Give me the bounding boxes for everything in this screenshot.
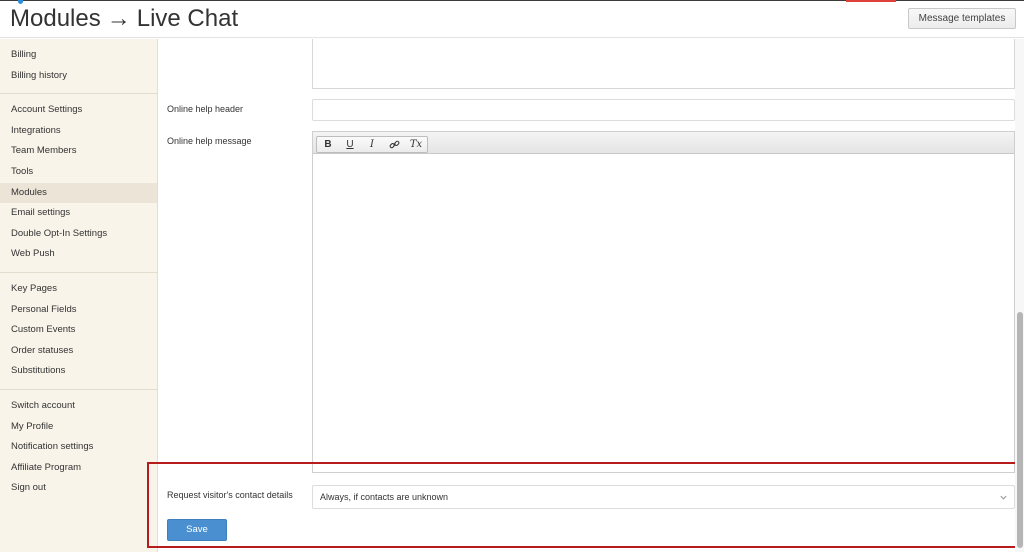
header: Modules → Live Chat Message templates xyxy=(0,0,1024,38)
sidebar: Billing Billing history Account Settings In… xyxy=(0,39,158,552)
sidebar-item-email-settings[interactable]: Email settings xyxy=(0,203,157,224)
sidebar-item-custom-events[interactable]: Custom Events xyxy=(0,320,157,341)
sidebar-item-key-pages[interactable]: Key Pages xyxy=(0,279,157,300)
scroll-thumb[interactable] xyxy=(1017,312,1023,548)
sidebar-item-double-opt-in-settings[interactable]: Double Opt-In Settings xyxy=(0,224,157,245)
sidebar-group: Switch account My Profile Notification set… xyxy=(0,390,157,506)
title-page: Live Chat xyxy=(136,5,239,32)
previous-textarea[interactable] xyxy=(312,39,1015,89)
sidebar-group: Billing Billing history xyxy=(0,39,157,95)
editor-toolbar: B U I Tx xyxy=(313,132,1014,154)
sidebar-item-web-push[interactable]: Web Push xyxy=(0,244,157,265)
online-help-message-label: Online help message xyxy=(167,136,252,146)
title-arrow-icon: → xyxy=(106,5,131,32)
request-contact-value: Always, if contacts are unknown xyxy=(320,492,449,502)
online-help-message-editor: B U I Tx xyxy=(312,131,1015,473)
italic-button[interactable]: I xyxy=(361,137,383,152)
bold-button[interactable]: B xyxy=(317,137,339,152)
sidebar-item-integrations[interactable]: Integrations xyxy=(0,121,157,142)
sidebar-item-order-statuses[interactable]: Order statuses xyxy=(0,341,157,362)
online-help-header-input[interactable] xyxy=(312,99,1015,121)
header-red-accent xyxy=(846,0,896,2)
sidebar-item-affiliate-program[interactable]: Affiliate Program xyxy=(0,458,157,479)
sidebar-item-personal-fields[interactable]: Personal Fields xyxy=(0,300,157,321)
page-title: Modules → Live Chat xyxy=(10,4,238,34)
toolbar-group: B U I Tx xyxy=(316,136,428,153)
sidebar-group: Account Settings Integrations Team Members… xyxy=(0,94,157,273)
sidebar-item-switch-account[interactable]: Switch account xyxy=(0,396,157,417)
sidebar-item-my-profile[interactable]: My Profile xyxy=(0,417,157,438)
save-button[interactable]: Save xyxy=(167,519,227,541)
sidebar-item-modules[interactable]: Modules xyxy=(0,182,157,204)
online-help-header-label: Online help header xyxy=(167,104,244,114)
sidebar-item-notification-settings[interactable]: Notification settings xyxy=(0,437,157,458)
link-icon xyxy=(389,140,399,149)
sidebar-group: Key Pages Personal Fields Custom Events Ord… xyxy=(0,273,157,390)
scrollbar[interactable] xyxy=(1015,39,1024,552)
remove-format-button[interactable]: Tx xyxy=(405,137,427,152)
sidebar-item-team-members[interactable]: Team Members xyxy=(0,141,157,162)
sidebar-item-account-settings[interactable]: Account Settings xyxy=(0,100,157,121)
request-contact-label: Request visitor's contact details xyxy=(167,490,293,500)
sidebar-item-billing[interactable]: Billing xyxy=(0,45,157,66)
message-templates-button[interactable]: Message templates xyxy=(908,8,1016,29)
request-contact-select[interactable]: Always, if contacts are unknown xyxy=(312,485,1015,509)
underline-button[interactable]: U xyxy=(339,137,361,152)
chevron-down-icon xyxy=(1000,495,1007,500)
sidebar-item-sign-out[interactable]: Sign out xyxy=(0,478,157,499)
sidebar-item-billing-history[interactable]: Billing history xyxy=(0,66,157,87)
sidebar-item-substitutions[interactable]: Substitutions xyxy=(0,361,157,382)
title-section: Modules xyxy=(10,5,101,32)
link-button[interactable] xyxy=(383,137,405,152)
sidebar-item-tools[interactable]: Tools xyxy=(0,162,157,183)
